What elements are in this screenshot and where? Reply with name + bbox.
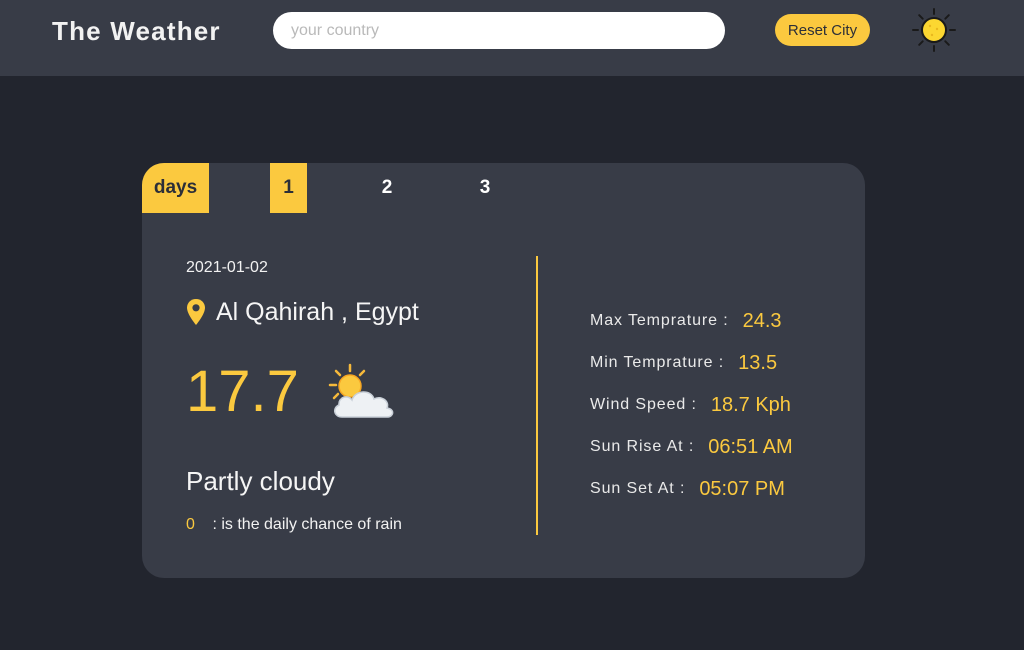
reset-city-button[interactable]: Reset City [775, 14, 870, 46]
stat-min-temperature: Min Temprature : 13.5 [590, 342, 793, 384]
stat-label: Sun Rise At : [590, 438, 695, 455]
tab-day-1[interactable]: 1 [270, 163, 307, 213]
location-name: Al Qahirah , Egypt [216, 297, 419, 326]
stat-label: Max Temprature : [590, 312, 729, 329]
stat-value: 06:51 AM [708, 435, 793, 458]
stat-value: 18.7 Kph [710, 393, 791, 416]
forecast-card: days 1 2 3 2021-01-02 Al Qahirah , Egypt… [142, 163, 865, 578]
stat-value: 13.5 [738, 351, 778, 374]
sun-icon[interactable] [910, 6, 958, 54]
stat-sunset: Sun Set At : 05:07 PM [590, 468, 793, 510]
stat-value: 05:07 PM [699, 477, 785, 500]
rain-chance: 0 : is the daily chance of rain [186, 516, 402, 534]
stat-label: Min Temprature : [590, 354, 725, 371]
weather-condition: Partly cloudy [186, 466, 335, 496]
rain-chance-label: : is the daily chance of rain [212, 516, 402, 533]
top-navbar: The Weather Reset City [0, 0, 1024, 76]
current-temperature: 17.7 [186, 359, 299, 424]
weather-stats: Max Temprature : 24.3 Min Temprature : 1… [590, 300, 793, 510]
stat-label: Sun Set At : [590, 480, 686, 497]
stat-wind-speed: Wind Speed : 18.7 Kph [590, 384, 793, 426]
vertical-divider [536, 256, 538, 535]
map-pin-icon [187, 299, 205, 325]
partly-cloudy-icon [328, 363, 394, 418]
rain-chance-value: 0 [186, 516, 195, 533]
stat-sunrise: Sun Rise At : 06:51 AM [590, 426, 793, 468]
app-title: The Weather [52, 16, 221, 46]
stat-value: 24.3 [742, 309, 782, 332]
location: Al Qahirah , Egypt [186, 295, 419, 329]
stat-max-temperature: Max Temprature : 24.3 [590, 300, 793, 342]
tab-day-2[interactable]: 2 [367, 163, 407, 213]
country-search-input[interactable] [273, 12, 725, 49]
stat-label: Wind Speed : [590, 396, 697, 413]
forecast-date: 2021-01-02 [186, 259, 268, 276]
tab-day-3[interactable]: 3 [465, 163, 505, 213]
tab-days[interactable]: days [142, 163, 209, 213]
